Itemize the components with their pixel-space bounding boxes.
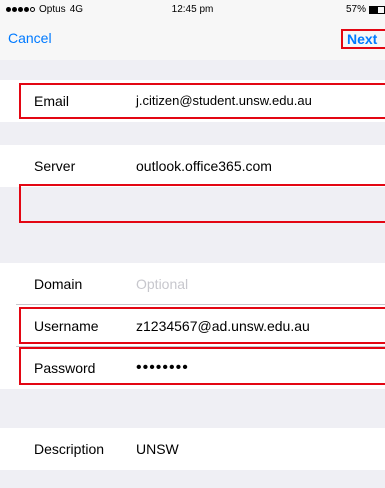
description-label: Description [34,441,105,457]
server-highlight-box [19,184,385,223]
email-row[interactable]: Email j.citizen@student.unsw.edu.au [0,80,385,122]
password-field[interactable]: •••••••• [136,347,189,389]
status-time: 12:45 pm [171,4,214,15]
username-field[interactable]: z1234567@ad.unsw.edu.au [136,305,310,347]
domain-row[interactable]: Domain Optional [0,263,385,305]
domain-label: Domain [34,276,83,292]
cancel-button[interactable]: Cancel [8,30,52,46]
domain-field[interactable]: Optional [136,263,188,305]
email-label: Email [34,93,70,109]
description-field[interactable]: UNSW [136,428,179,470]
battery-icon [369,5,385,14]
status-right: 57% [346,4,385,15]
nav-bar: Cancel Next [0,20,385,60]
server-row[interactable]: Server outlook.office365.com [0,145,385,187]
next-button[interactable]: Next [341,29,385,49]
battery-percent: 57% [345,4,366,15]
password-row[interactable]: Password •••••••• [0,347,385,389]
email-field[interactable]: j.citizen@student.unsw.edu.au [136,80,312,122]
username-label: Username [34,318,99,334]
description-row[interactable]: Description UNSW [0,428,385,470]
password-label: Password [34,360,96,376]
username-row[interactable]: Username z1234567@ad.unsw.edu.au [0,305,385,347]
server-label: Server [34,158,76,174]
server-field[interactable]: outlook.office365.com [136,145,272,187]
status-bar: Optus 4G 12:45 pm 57% [0,0,385,20]
battery-fill [370,6,378,13]
